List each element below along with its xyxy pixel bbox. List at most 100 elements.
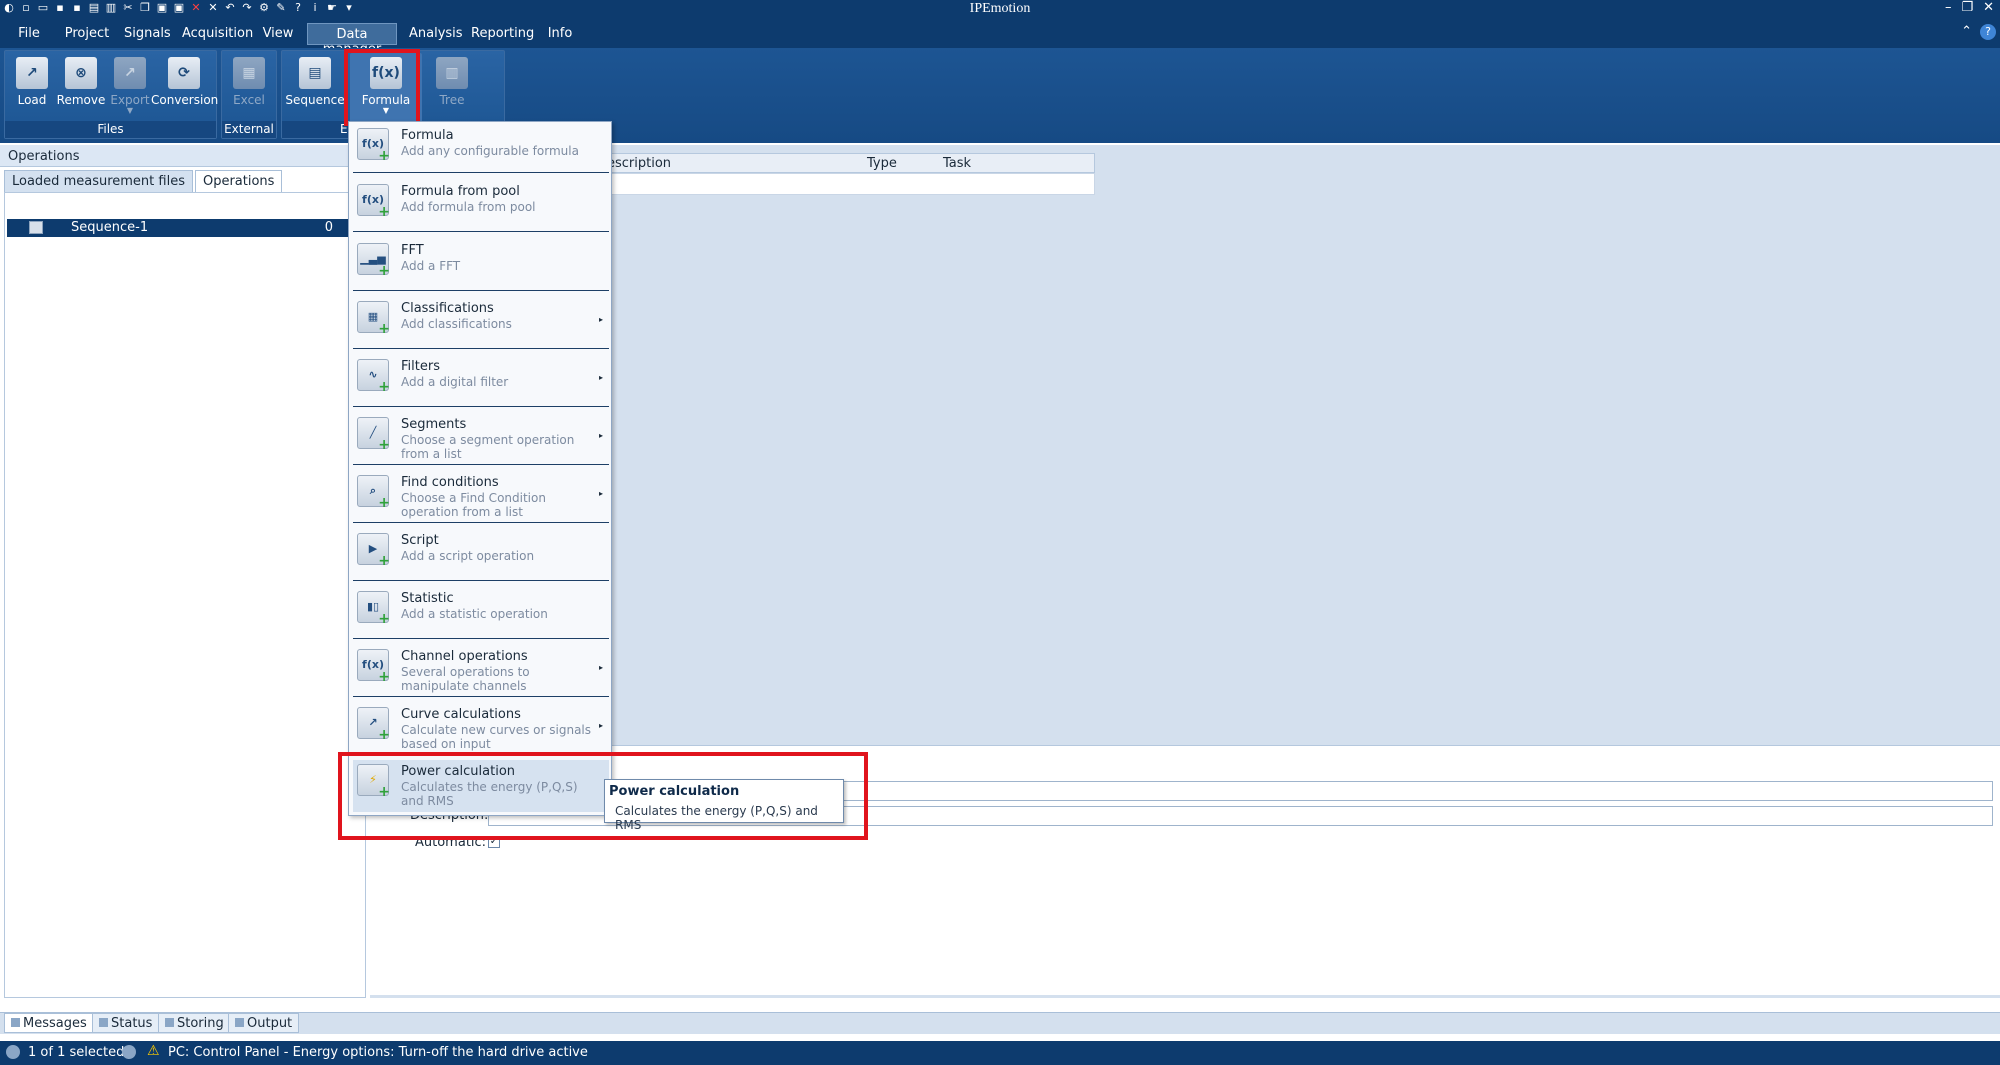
conversion-icon: ⟳ [168,57,200,89]
next-icon[interactable] [122,1045,136,1059]
menu-right-icons: ⌃ ? [1961,24,1996,40]
formula-dropdown-menu: f(x) + Formula Add any configurable formu… [348,121,612,816]
tab-storing[interactable]: Storing [158,1013,231,1033]
previous-icon[interactable] [6,1045,20,1059]
excel-button[interactable]: ▦ Excel [226,57,272,107]
dropdown-item-segments[interactable]: ╱ + Segments Choose a segment operation f… [353,413,609,465]
restore-button[interactable]: ❐ [1961,0,1973,15]
dropdown-item-formula-from-pool[interactable]: f(x) + Formula from pool Add formula from… [353,180,609,232]
dropdown-item-title: Curve calculations [401,707,521,722]
dropdown-item-desc: Choose a segment operation from a list [401,433,575,461]
dropdown-item-channel-operations[interactable]: f(x) + Channel operations Several operati… [353,645,609,697]
tree-button[interactable]: ▥ Tree [428,57,476,107]
dropdown-item-desc: Add a script operation [401,549,535,563]
dropdown-item-desc: Add a FFT [401,259,461,273]
classifications-icon: ▦ + [357,301,390,336]
conversion-button[interactable]: ⟳ Conversion [151,57,218,107]
power-calculation-tooltip: Power calculation Calculates the energy … [604,779,844,832]
status-icon [99,1018,108,1027]
dropdown-item-title: Find conditions [401,475,499,490]
submenu-arrow-icon: ▸ [598,315,603,324]
menu-acquisition[interactable]: Acquisition [182,23,253,45]
tab-loaded-measurement-files[interactable]: Loaded measurement files [4,170,193,192]
menu-analysis[interactable]: Analysis [409,23,463,45]
dropdown-item-desc: Add a statistic operation [401,607,548,621]
dropdown-item-title: Segments [401,417,467,432]
load-button[interactable]: ↗ Load [9,57,55,107]
menu-data-manager[interactable]: Data manager [307,23,397,57]
tree-icon: ▥ [436,57,468,89]
tab-output[interactable]: Output [228,1013,300,1033]
sequence-count: 0 [324,220,333,235]
dropdown-item-script[interactable]: ▶ + Script Add a script operation [353,529,609,581]
column-task[interactable]: Task [943,156,971,171]
submenu-arrow-icon: ▸ [598,373,603,382]
dropdown-item-title: Classifications [401,301,494,316]
column-description[interactable]: escription [607,156,671,171]
minimize-button[interactable]: – [1945,0,1952,15]
tooltip-desc: Calculates the energy (P,Q,S) and RMS [615,804,818,832]
menu-file[interactable]: File [14,23,44,45]
dropdown-item-desc: Add a digital filter [401,375,509,389]
load-label: Load [17,93,47,107]
curve-calculations-icon: ↗ + [357,707,390,742]
dropdown-item-desc: Calculate new curves or signals based on… [401,723,592,751]
help-icon[interactable]: ? [1980,24,1996,40]
status-message: PC: Control Panel - Energy options: Turn… [168,1045,588,1060]
submenu-arrow-icon: ▸ [598,663,603,672]
remove-icon: ⊗ [65,57,97,89]
dropdown-item-desc: Add formula from pool [401,200,536,214]
load-icon: ↗ [16,57,48,89]
close-button[interactable]: ✕ [1983,0,1994,15]
export-label: Export [110,93,150,107]
menu-info[interactable]: Info [545,23,575,45]
dropdown-item-title: Script [401,533,439,548]
menu-reporting[interactable]: Reporting [471,23,534,45]
collapse-ribbon-icon[interactable]: ⌃ [1961,24,1972,40]
dropdown-item-desc: Several operations to manipulate channel… [401,665,530,693]
sequence-label: Sequence [285,93,345,107]
filters-icon: ∿ + [357,359,390,394]
dropdown-item-filters[interactable]: ∿ + Filters Add a digital filter ▸ [353,355,609,407]
title-bar: ◐ ▫ ▭ ▪ ▪ ▤ ▥ ✂ ❐ ▣ ▣ ✕ ✕ ↶ ↷ ⚙ ✎ ? i ☛ … [0,0,2000,18]
dropdown-item-curve-calculations[interactable]: ↗ + Curve calculations Calculate new curv… [353,703,609,755]
formula-pool-icon: f(x) + [357,184,390,219]
formula-icon: f(x) + [357,128,390,163]
dropdown-item-formula[interactable]: f(x) + Formula Add any configurable formu… [353,124,609,173]
submenu-arrow-icon: ▸ [598,489,603,498]
left-panel-tabs: Loaded measurement files Operations [4,170,284,192]
bottom-panel-tabs: Messages Status Storing Output [0,1012,2000,1034]
tab-messages[interactable]: Messages [4,1013,94,1033]
window-title: IPEmotion [969,1,1031,16]
dropdown-item-classifications[interactable]: ▦ + Classifications Add classifications ▸ [353,297,609,349]
excel-label: Excel [233,93,265,107]
segments-icon: ╱ + [357,417,390,452]
dropdown-item-find-conditions[interactable]: ⌕ + Find conditions Choose a Find Conditi… [353,471,609,523]
menu-view[interactable]: View [262,23,294,45]
messages-icon [11,1018,20,1027]
operations-list: Sequence-1 0 [4,192,366,998]
dropdown-item-statistic[interactable]: ▮▯ + Statistic Add a statistic operation [353,587,609,639]
tab-status[interactable]: Status [92,1013,160,1033]
menu-signals[interactable]: Signals [124,23,171,45]
column-type[interactable]: Type [867,156,897,171]
window-controls: – ❐ ✕ [1945,0,1994,15]
dropdown-item-fft[interactable]: ▁▃▅ + FFT Add a FFT [353,239,609,291]
export-button[interactable]: ↗ Export ▼ [107,57,153,115]
dropdown-item-title: Formula [401,128,454,143]
menu-bar: File Project Signals Acquisition View Da… [0,18,2000,57]
storing-icon [165,1018,174,1027]
find-conditions-icon: ⌕ + [357,475,390,510]
remove-button[interactable]: ⊗ Remove [55,57,107,107]
ribbon-group-files-label: Files [5,121,216,138]
menu-project[interactable]: Project [62,23,112,45]
sequence-name: Sequence-1 [71,220,149,235]
formula-highlight-box [344,49,420,126]
main-area: escription Type Task Description: Automa… [370,145,2000,998]
list-item[interactable]: Sequence-1 0 [7,219,363,237]
tab-operations[interactable]: Operations [194,170,283,192]
channel-operations-icon: f(x) + [357,649,390,684]
status-bar: 1 of 1 selected ⚠ PC: Control Panel - En… [0,1041,2000,1065]
output-icon [235,1018,244,1027]
sequence-button[interactable]: ▤ Sequence [284,57,346,107]
